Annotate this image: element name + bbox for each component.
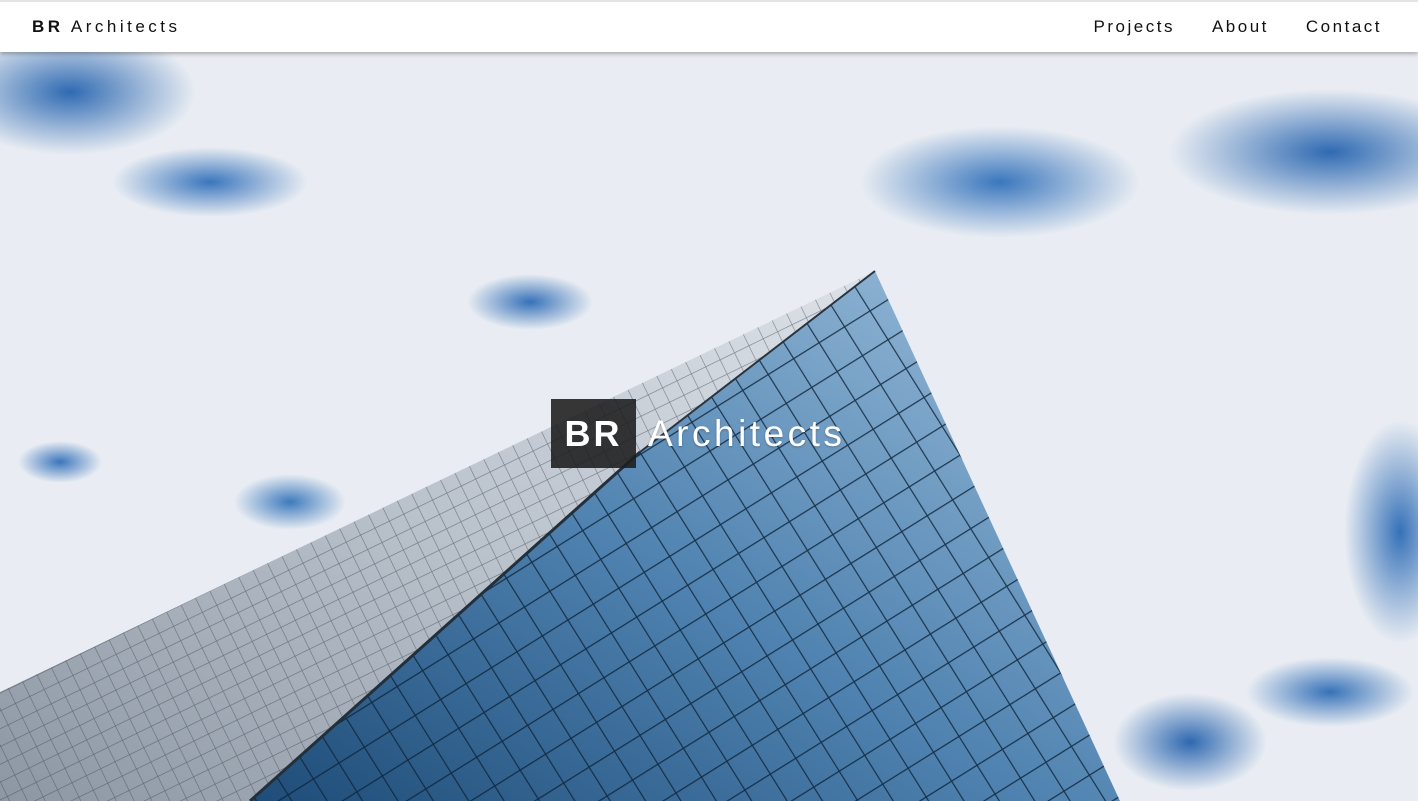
- brand-logo-link[interactable]: BR Architects: [32, 17, 181, 37]
- nav-link-projects[interactable]: Projects: [1094, 17, 1175, 37]
- hero-title: BR Architects: [551, 399, 845, 468]
- top-navigation-bar: BR Architects Projects About Contact: [0, 0, 1418, 52]
- brand-text: Architects: [70, 17, 181, 36]
- main-nav: Projects About Contact: [1094, 17, 1382, 37]
- nav-link-about[interactable]: About: [1212, 17, 1269, 37]
- hero-title-text: Architects: [648, 412, 846, 454]
- hero-title-box: BR: [551, 399, 636, 468]
- hero-section: BR Architects: [0, 52, 1418, 801]
- brand-bold: BR: [32, 17, 64, 36]
- nav-link-contact[interactable]: Contact: [1306, 17, 1382, 37]
